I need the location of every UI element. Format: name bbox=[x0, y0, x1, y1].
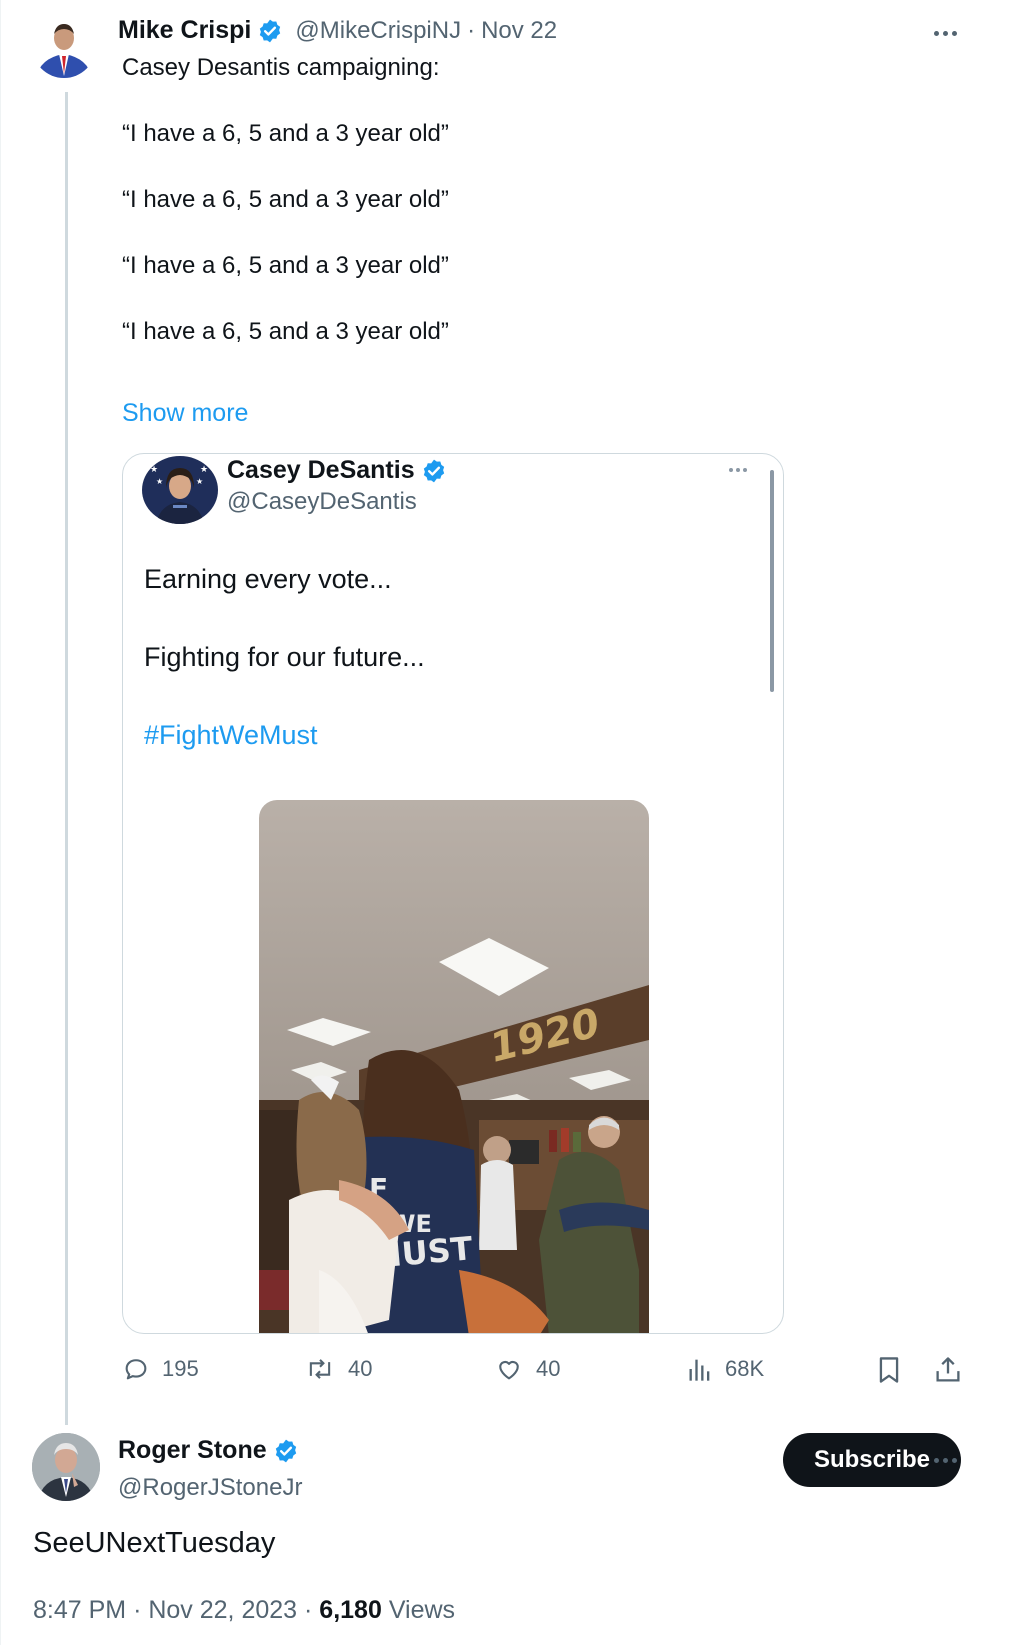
svg-text:★: ★ bbox=[200, 465, 208, 475]
reply-views-label: Views bbox=[388, 1596, 456, 1624]
share-icon bbox=[936, 1357, 960, 1382]
reply-button[interactable]: 195 bbox=[122, 1355, 199, 1383]
reply-date[interactable]: Nov 22, 2023 bbox=[148, 1596, 297, 1624]
more-icon[interactable] bbox=[934, 1458, 957, 1463]
tweet-text-line: “I have a 6, 5 and a 3 year old” bbox=[122, 186, 449, 213]
reply-author-name[interactable]: Roger Stone bbox=[118, 1436, 267, 1465]
svg-text:★: ★ bbox=[150, 465, 158, 475]
avatar-mike-crispi-image bbox=[32, 14, 96, 78]
meta-separator: · bbox=[133, 1596, 142, 1624]
quoted-tweet-card[interactable]: ★ ★ ★ ★ Casey DeSantis @CaseyDeSantis Ea… bbox=[122, 453, 784, 1334]
repost-icon bbox=[309, 1359, 331, 1379]
quoted-author-name[interactable]: Casey DeSantis bbox=[227, 456, 415, 485]
show-more-link[interactable]: Show more bbox=[122, 399, 248, 428]
reply-header: Roger Stone bbox=[118, 1436, 299, 1465]
repost-count: 40 bbox=[348, 1356, 373, 1381]
more-icon[interactable] bbox=[934, 31, 957, 36]
author-name[interactable]: Mike Crispi bbox=[118, 16, 251, 45]
video-frame-image: 1920 F WE MUST bbox=[259, 800, 649, 1333]
tweet-text-line: “I have a 6, 5 and a 3 year old” bbox=[122, 252, 449, 279]
like-count: 40 bbox=[536, 1356, 561, 1381]
verified-badge-icon bbox=[423, 459, 444, 482]
reply-icon bbox=[125, 1359, 147, 1380]
verified-badge-icon bbox=[275, 1439, 296, 1462]
more-icon[interactable] bbox=[729, 468, 747, 472]
svg-text:★: ★ bbox=[156, 477, 163, 486]
tweet-date[interactable]: Nov 22 bbox=[481, 17, 557, 45]
views-icon bbox=[689, 1359, 710, 1381]
quoted-tweet-header: Casey DeSantis bbox=[227, 456, 447, 485]
reply-count: 195 bbox=[162, 1356, 199, 1381]
thread-connector-line bbox=[65, 92, 68, 1425]
views-count: 68K bbox=[725, 1356, 765, 1381]
repost-button[interactable]: 40 bbox=[304, 1355, 372, 1383]
avatar-roger-stone[interactable] bbox=[32, 1433, 100, 1501]
like-icon bbox=[499, 1360, 519, 1380]
meta-separator: · bbox=[304, 1596, 313, 1624]
svg-text:★: ★ bbox=[196, 477, 203, 486]
author-handle[interactable]: @MikeCrispiNJ bbox=[295, 17, 461, 45]
verified-badge-icon bbox=[260, 19, 281, 42]
quoted-text-line: Fighting for our future... bbox=[144, 642, 425, 672]
share-button[interactable] bbox=[934, 1355, 962, 1385]
tweet-thread: Mike Crispi @MikeCrispiNJ · Nov 22 Casey… bbox=[0, 0, 1017, 1645]
avatar-casey-desantis-image: ★ ★ ★ ★ bbox=[142, 456, 218, 524]
avatar-mike-crispi[interactable] bbox=[32, 14, 96, 78]
tweet-text-line: “I have a 6, 5 and a 3 year old” bbox=[122, 318, 449, 345]
avatar-roger-stone-image bbox=[32, 1433, 100, 1501]
bookmark-icon bbox=[879, 1357, 899, 1383]
quoted-scrollbar[interactable] bbox=[770, 470, 774, 692]
views-button[interactable]: 68K bbox=[687, 1355, 764, 1383]
hashtag-link[interactable]: #FightWeMust bbox=[144, 720, 318, 751]
reply-time[interactable]: 8:47 PM bbox=[33, 1596, 126, 1624]
reply-view-count: 6,180 bbox=[319, 1596, 382, 1624]
bookmark-button[interactable] bbox=[876, 1355, 902, 1385]
reply-author-handle[interactable]: @RogerJStoneJr bbox=[118, 1474, 302, 1502]
reply-text: SeeUNextTuesday bbox=[33, 1527, 276, 1559]
like-button[interactable]: 40 bbox=[494, 1355, 560, 1383]
reply-meta: 8:47 PM · Nov 22, 2023 · 6,180 Views bbox=[33, 1596, 455, 1625]
tweet-text-line: Casey Desantis campaigning: bbox=[122, 54, 440, 81]
tweet-text-line: “I have a 6, 5 and a 3 year old” bbox=[122, 120, 449, 147]
quoted-text-line: Earning every vote... bbox=[144, 564, 392, 594]
tweet-action-bar: 195 40 40 68K bbox=[122, 1355, 1002, 1395]
quoted-author-handle[interactable]: @CaseyDeSantis bbox=[227, 488, 417, 516]
date-separator: · bbox=[467, 16, 476, 44]
video-thumbnail[interactable]: 1920 F WE MUST bbox=[259, 800, 649, 1333]
avatar-casey-desantis[interactable]: ★ ★ ★ ★ bbox=[142, 456, 218, 524]
main-tweet-header: Mike Crispi @MikeCrispiNJ · Nov 22 bbox=[118, 16, 557, 45]
